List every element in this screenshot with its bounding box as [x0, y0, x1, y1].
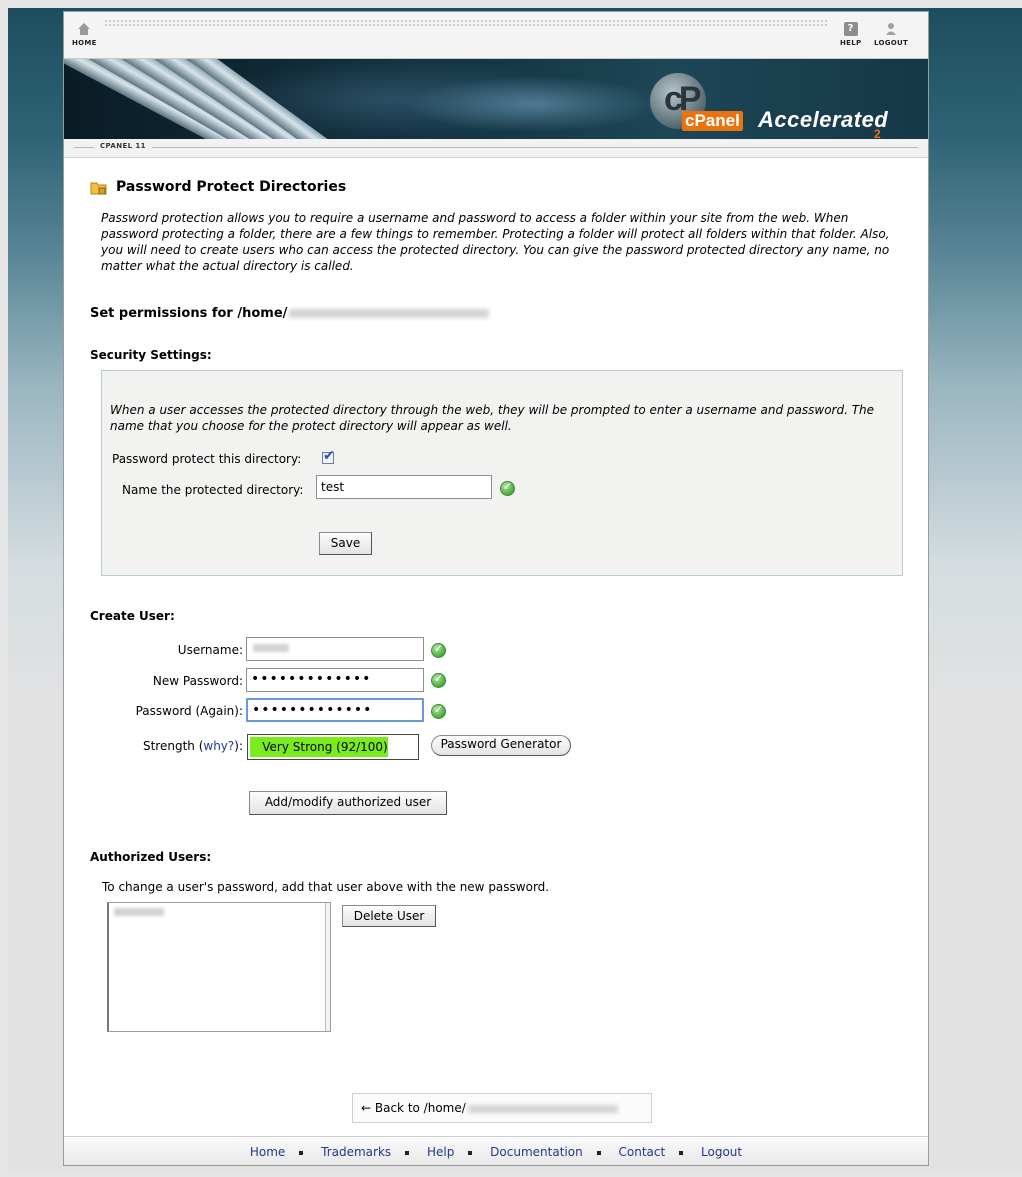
permissions-heading: Set permissions for /home/	[90, 306, 490, 321]
footer-link-documentation[interactable]: Documentation	[490, 1145, 583, 1159]
strength-label: Strength (why?):	[142, 739, 243, 753]
valid-check-icon	[431, 703, 446, 719]
logout-nav-label: LOGOUT	[874, 39, 909, 47]
valid-check-icon	[431, 672, 446, 688]
username-input[interactable]	[246, 637, 424, 661]
delete-user-button[interactable]: Delete User	[342, 905, 436, 927]
blurred-user-entry[interactable]	[114, 908, 164, 916]
add-modify-user-button[interactable]: Add/modify authorized user	[249, 791, 447, 815]
create-user-heading: Create User:	[90, 609, 175, 623]
cpanel-banner: cP cPanel Accelerated 2	[64, 59, 928, 139]
logout-icon	[886, 23, 897, 35]
home-icon	[78, 23, 91, 35]
help-nav-button[interactable]: ? HELP	[840, 22, 861, 47]
password-generator-button[interactable]: Password Generator	[431, 735, 571, 756]
footer-link-logout[interactable]: Logout	[701, 1145, 742, 1159]
permissions-label: Set permissions for /home/	[90, 306, 288, 321]
security-description: When a user accesses the protected direc…	[110, 403, 875, 433]
new-password-input[interactable]: •••••••••••••	[246, 668, 424, 692]
footer-link-home[interactable]: Home	[250, 1145, 285, 1159]
strength-text: Very Strong (92/100)	[262, 740, 388, 754]
home-nav-label: HOME	[72, 39, 97, 47]
back-link[interactable]: ← Back to /home/	[352, 1093, 652, 1123]
protect-checkbox-label: Password protect this directory:	[112, 452, 302, 466]
logout-nav-button[interactable]: LOGOUT	[874, 22, 908, 47]
help-icon: ?	[843, 22, 858, 36]
list-scrollbar[interactable]	[325, 903, 330, 1031]
accelerated-version: 2	[874, 127, 881, 139]
protect-directory-checkbox[interactable]	[322, 448, 335, 464]
home-nav-button[interactable]: HOME	[72, 22, 97, 47]
cpanel-logo-text: cPanel	[682, 111, 743, 131]
blurred-path	[289, 309, 490, 318]
authorized-users-list[interactable]	[107, 902, 331, 1032]
intro-text: Password protection allows you to requir…	[101, 211, 890, 273]
top-nav: HOME ? HELP LOGOUT	[64, 12, 928, 59]
footer: Home Trademarks Help Documentation Conta…	[64, 1136, 928, 1165]
help-nav-label: HELP	[840, 39, 862, 47]
blurred-path	[467, 1104, 618, 1113]
nav-dotted-strip	[104, 19, 828, 27]
folder-lock-icon	[90, 182, 107, 195]
password-strength-meter: Very Strong (92/100)	[247, 734, 419, 760]
footer-links: Home Trademarks Help Documentation Conta…	[64, 1145, 928, 1159]
directory-name-label: Name the protected directory:	[122, 483, 304, 497]
footer-link-contact[interactable]: Contact	[619, 1145, 666, 1159]
password-again-label: Password (Again):	[135, 704, 243, 718]
new-password-label: New Password:	[152, 674, 243, 688]
save-button[interactable]: Save	[319, 532, 372, 555]
why-link[interactable]: why?	[203, 739, 234, 753]
password-again-input[interactable]: •••••••••••••	[246, 698, 424, 722]
footer-link-trademarks[interactable]: Trademarks	[321, 1145, 391, 1159]
valid-check-icon	[431, 642, 446, 658]
authorized-users-note: To change a user's password, add that us…	[102, 880, 550, 894]
valid-check-icon	[500, 480, 515, 496]
blurred-username	[253, 644, 289, 652]
page-title: Password Protect Directories	[116, 179, 347, 195]
back-link-label: ← Back to /home/	[361, 1101, 466, 1115]
accelerated-logo-text: Accelerated	[758, 107, 889, 132]
username-label: Username:	[177, 643, 243, 657]
authorized-users-heading: Authorized Users:	[90, 850, 212, 864]
security-settings-box	[101, 370, 903, 576]
security-heading: Security Settings:	[90, 348, 212, 362]
cpanel-page: HOME ? HELP LOGOUT cP cPanel Accelerated…	[63, 11, 929, 1166]
directory-name-input[interactable]	[316, 475, 492, 499]
breadcrumb-label: CPANEL 11	[94, 142, 152, 150]
footer-link-help[interactable]: Help	[427, 1145, 454, 1159]
breadcrumb: CPANEL 11	[64, 139, 928, 158]
